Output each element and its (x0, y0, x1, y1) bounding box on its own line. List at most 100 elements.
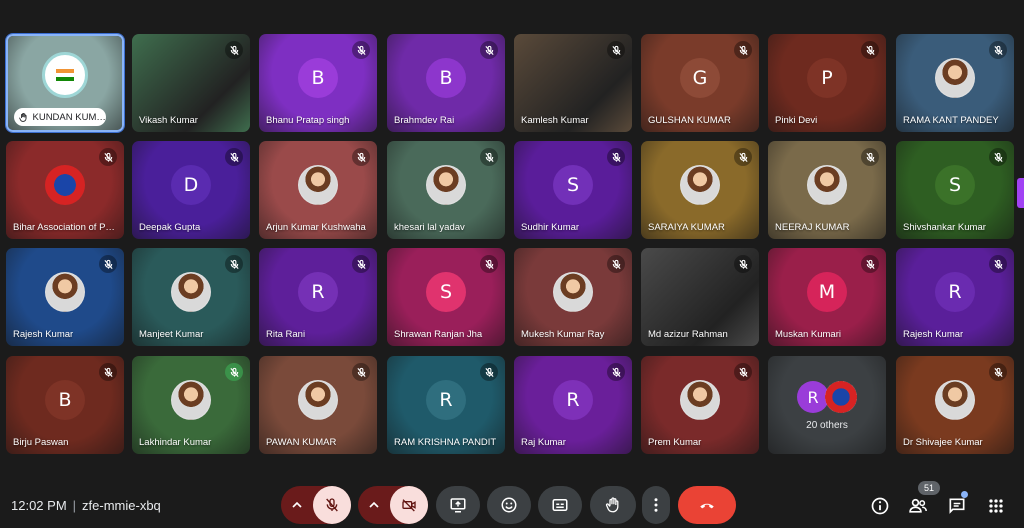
mic-off-icon (480, 148, 498, 166)
participant-name: Pinki Devi (775, 115, 818, 126)
participant-tile[interactable]: Dr Shivajee Kumar (896, 356, 1014, 454)
mic-off-icon (861, 148, 879, 166)
mic-off-icon (734, 41, 752, 59)
participant-tile[interactable]: G GULSHAN KUMAR (641, 34, 759, 132)
participant-tile[interactable]: khesari lal yadav (387, 141, 505, 239)
participant-name: Lakhindar Kumar (139, 437, 212, 448)
camera-off-icon (402, 499, 416, 512)
organization-logo (42, 52, 88, 99)
mic-options-button[interactable] (281, 486, 313, 524)
participant-name: Sudhir Kumar (521, 222, 580, 233)
end-call-button[interactable] (678, 486, 736, 524)
participant-tile[interactable]: R Raj Kumar (514, 356, 632, 454)
avatar-photo (45, 272, 85, 313)
participant-name: PAWAN KUMAR (266, 437, 337, 448)
participant-tile[interactable]: Vikash Kumar (132, 34, 250, 132)
avatar-photo (426, 165, 466, 206)
participant-tile[interactable]: Manjeet Kumar (132, 248, 250, 346)
flag-icon (56, 69, 74, 82)
participant-tile[interactable]: Kamlesh Kumar (514, 34, 632, 132)
participant-name: Shivshankar Kumar (903, 222, 986, 233)
mic-off-icon (99, 148, 117, 166)
avatar-initial: S (426, 272, 466, 313)
participant-name: Vikash Kumar (139, 115, 198, 126)
side-panel-handle[interactable] (1017, 178, 1024, 208)
activities-button[interactable] (984, 494, 1008, 518)
participant-tile[interactable]: R Rajesh Kumar (896, 248, 1014, 346)
participant-tile[interactable]: R RAM KRISHNA PANDIT (387, 356, 505, 454)
camera-options-button[interactable] (358, 486, 390, 524)
participant-tile[interactable]: PAWAN KUMAR (259, 356, 377, 454)
mic-off-icon (607, 148, 625, 166)
mic-off-icon (352, 363, 370, 381)
mic-off-icon (607, 255, 625, 273)
participant-tile[interactable]: Bihar Association of Persons with Disabi… (6, 141, 124, 239)
participant-tile[interactable]: Md azizur Rahman (641, 248, 759, 346)
raise-hand-button[interactable] (590, 486, 636, 524)
participant-tile[interactable]: SARAIYA KUMAR (641, 141, 759, 239)
participant-tile[interactable]: Arjun Kumar Kushwaha (259, 141, 377, 239)
mic-off-icon (607, 41, 625, 59)
participant-tile[interactable]: Rajesh Kumar (6, 248, 124, 346)
participant-name: Raj Kumar (521, 437, 566, 448)
participant-tile[interactable]: B Brahmdev Rai (387, 34, 505, 132)
present-button[interactable] (436, 486, 480, 524)
participant-tile[interactable]: S Sudhir Kumar (514, 141, 632, 239)
others-tile[interactable]: R 20 others (768, 356, 886, 454)
participant-tile[interactable]: NEERAJ KUMAR (768, 141, 886, 239)
mic-off-icon (480, 41, 498, 59)
mic-off-icon (480, 255, 498, 273)
meet-stage: KUNDAN KUMAR Vikash Kumar B Bhanu Pratap si… (0, 0, 1024, 528)
participant-count-badge: 51 (918, 481, 940, 495)
mic-off-icon (734, 255, 752, 273)
avatar-initial: P (807, 58, 847, 99)
mic-off-icon (734, 363, 752, 381)
more-options-button[interactable] (642, 486, 670, 524)
present-icon (450, 498, 466, 513)
participant-name: NEERAJ KUMAR (775, 222, 850, 233)
participant-tile[interactable]: RAMA KANT PANDEY (896, 34, 1014, 132)
emoji-icon (501, 497, 517, 513)
meeting-clock: 12:02 PM | zfe-mmie-xbq (11, 498, 161, 513)
mic-off-icon (989, 148, 1007, 166)
participant-name: Bihar Association of Persons with Disabi… (13, 222, 118, 233)
participant-tile[interactable]: Mukesh Kumar Ray (514, 248, 632, 346)
emoji-button[interactable] (487, 486, 531, 524)
participant-tile[interactable]: Lakhindar Kumar (132, 356, 250, 454)
avatar-photo (680, 380, 720, 421)
participant-tile[interactable]: S Shrawan Ranjan Jha (387, 248, 505, 346)
participant-tile[interactable]: B Bhanu Pratap singh (259, 34, 377, 132)
participant-name: Muskan Kumari (775, 329, 841, 340)
participant-tile[interactable]: B Birju Paswan (6, 356, 124, 454)
participant-name: Arjun Kumar Kushwaha (266, 222, 366, 233)
avatar-initial: R (935, 272, 975, 313)
mic-off-icon (225, 148, 243, 166)
participant-name: RAMA KANT PANDEY (903, 115, 999, 126)
mic-off-icon (99, 255, 117, 273)
participant-name: Dr Shivajee Kumar (903, 437, 983, 448)
mic-off-icon (607, 363, 625, 381)
avatar-photo (298, 380, 338, 421)
participant-name: Brahmdev Rai (394, 115, 455, 126)
participant-tile[interactable]: KUNDAN KUMAR (6, 34, 124, 132)
participant-name: Deepak Gupta (139, 222, 201, 233)
participant-tile[interactable]: P Pinki Devi (768, 34, 886, 132)
mic-toggle-button[interactable] (313, 486, 351, 524)
apps-icon (989, 499, 1003, 513)
avatar-initial: M (807, 272, 847, 313)
people-button[interactable] (906, 494, 930, 518)
mic-off-icon (989, 41, 1007, 59)
meeting-code: zfe-mmie-xbq (82, 498, 161, 513)
camera-toggle-button[interactable] (390, 486, 428, 524)
captions-button[interactable] (538, 486, 582, 524)
participant-tile[interactable]: D Deepak Gupta (132, 141, 250, 239)
participant-tile[interactable]: Prem Kumar (641, 356, 759, 454)
avatar-initial: B (426, 58, 466, 99)
participant-tile[interactable]: S Shivshankar Kumar (896, 141, 1014, 239)
participant-name: Kamlesh Kumar (521, 115, 589, 126)
meeting-details-button[interactable] (868, 494, 892, 518)
avatar-initial: G (680, 58, 720, 99)
participant-tile[interactable]: R Rita Rani (259, 248, 377, 346)
participant-tile[interactable]: M Muskan Kumari (768, 248, 886, 346)
avatar-initial: R (553, 380, 593, 421)
